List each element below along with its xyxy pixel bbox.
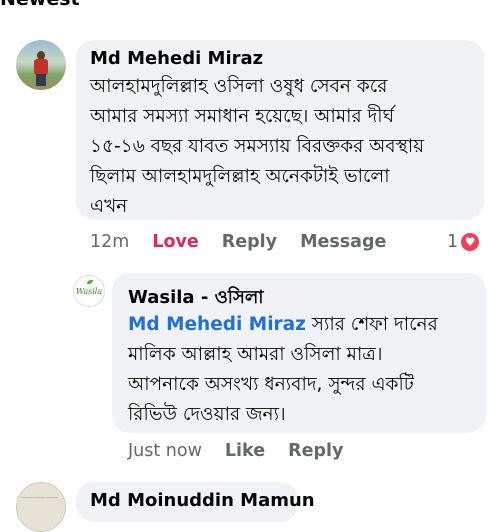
reply-button[interactable]: Reply xyxy=(222,232,277,252)
love-button[interactable]: Love xyxy=(152,232,198,252)
comment-actions: 12m Love Reply Message xyxy=(90,232,409,252)
mention-link[interactable]: Md Mehedi Miraz xyxy=(128,314,306,335)
chevron-down-icon[interactable]: ▾ xyxy=(90,0,97,4)
comment-author[interactable]: Md Moinuddin Mamun xyxy=(90,490,315,511)
reply-text: Md Mehedi Miraz স্যার শেফা দানের মালিক আ… xyxy=(128,310,484,430)
reply-button[interactable]: Reply xyxy=(288,441,343,461)
message-button[interactable]: Message xyxy=(300,232,386,252)
avatar[interactable]: ⸻⸻⸻ xyxy=(16,482,66,532)
sort-label: Newest xyxy=(0,0,80,10)
comment-text: আলহামদুলিল্লাহ ওসিলা ওষুধ সেবন করে আমার … xyxy=(90,76,425,217)
comment-bubble: Md Mehedi Miraz আলহামদুলিল্লাহ ওসিলা ওষু… xyxy=(76,40,484,220)
avatar-figure-legs xyxy=(36,74,46,86)
sort-dropdown[interactable]: Newest xyxy=(0,0,80,10)
avatar-logo-text: Wasila xyxy=(75,286,103,296)
avatar-figure-body xyxy=(34,59,48,75)
heart-icon: ♥ xyxy=(461,233,480,251)
comment-timestamp[interactable]: 12m xyxy=(90,232,129,252)
reaction-summary[interactable]: 1 ♥ xyxy=(447,232,480,252)
comment-author[interactable]: Md Mehedi Miraz xyxy=(90,48,263,69)
reaction-count: 1 xyxy=(447,232,459,252)
reply-actions: Just now Like Reply xyxy=(128,441,366,461)
leaf-icon xyxy=(87,280,93,284)
reply-timestamp[interactable]: Just now xyxy=(128,441,202,461)
comment-bubble: Md Moinuddin Mamun xyxy=(76,482,315,522)
like-button[interactable]: Like xyxy=(225,441,265,461)
reply-bubble: Wasila - ওসিলা Md Mehedi Miraz স্যার শেফ… xyxy=(112,273,486,433)
avatar[interactable] xyxy=(16,40,66,90)
page-avatar[interactable]: Wasila xyxy=(73,275,105,307)
